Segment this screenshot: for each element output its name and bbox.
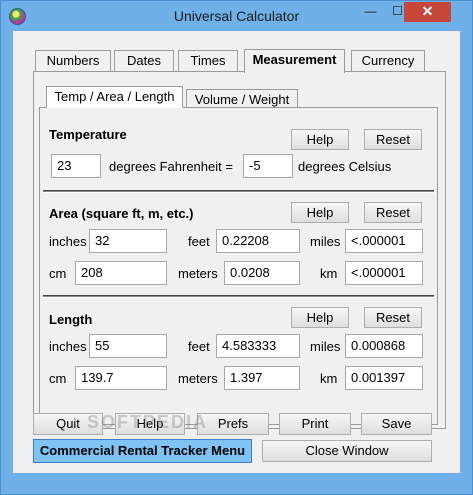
tab-dates[interactable]: Dates (114, 50, 174, 72)
length-cm-input[interactable]: 139.7 (75, 366, 167, 390)
length-heading: Length (49, 312, 93, 327)
client-area: Numbers Dates Times Measurement Currency… (13, 31, 460, 473)
tab-measurement[interactable]: Measurement (244, 49, 345, 73)
area-cm-input[interactable]: 208 (75, 261, 167, 285)
area-inches-label: inches (49, 234, 87, 249)
temperature-help-button[interactable]: Help (291, 129, 349, 150)
length-help-button[interactable]: Help (291, 307, 349, 328)
tab-currency[interactable]: Currency (351, 50, 425, 72)
prefs-button[interactable]: Prefs (197, 413, 269, 435)
celsius-input[interactable]: -5 (243, 154, 293, 178)
length-inches-input[interactable]: 55 (89, 334, 167, 358)
length-cm-label: cm (49, 371, 67, 386)
area-km-input[interactable]: <.000001 (345, 261, 423, 285)
area-meters-input[interactable]: 0.0208 (224, 261, 300, 285)
length-km-input[interactable]: 0.001397 (345, 366, 423, 390)
temperature-heading: Temperature (49, 127, 127, 142)
length-km-label: km (320, 371, 338, 386)
area-meters-label: meters (178, 266, 218, 281)
quit-button[interactable]: Quit (33, 413, 103, 435)
separator-temp-area (43, 190, 434, 193)
area-feet-input[interactable]: 0.22208 (216, 229, 300, 253)
close-window-button[interactable]: Close Window (262, 440, 432, 462)
length-reset-button[interactable]: Reset (364, 307, 422, 328)
fahrenheit-label: degrees Fahrenheit = (109, 159, 233, 174)
subtab-temp-area-length[interactable]: Temp / Area / Length (46, 86, 183, 108)
help-button[interactable]: Help (115, 413, 185, 435)
tab-numbers[interactable]: Numbers (35, 50, 111, 72)
close-button[interactable]: ✕ (404, 2, 451, 22)
celsius-label: degrees Celsius (298, 159, 392, 174)
print-button[interactable]: Print (279, 413, 351, 435)
area-help-button[interactable]: Help (291, 202, 349, 223)
length-miles-label: miles (310, 339, 341, 354)
area-miles-input[interactable]: <.000001 (345, 229, 423, 253)
save-button[interactable]: Save (361, 413, 432, 435)
area-cm-label: cm (49, 266, 67, 281)
length-meters-label: meters (178, 371, 218, 386)
length-feet-label: feet (188, 339, 210, 354)
separator-area-length (43, 295, 434, 298)
length-miles-input[interactable]: 0.000868 (345, 334, 423, 358)
area-km-label: km (320, 266, 338, 281)
app-window: Universal Calculator — ☐ ✕ Numbers Dates… (0, 0, 473, 495)
area-reset-button[interactable]: Reset (364, 202, 422, 223)
area-miles-label: miles (310, 234, 341, 249)
area-heading: Area (square ft, m, etc.) (49, 206, 194, 221)
length-meters-input[interactable]: 1.397 (224, 366, 300, 390)
length-inches-label: inches (49, 339, 87, 354)
area-feet-label: feet (188, 234, 210, 249)
tab-times[interactable]: Times (178, 50, 238, 72)
temperature-reset-button[interactable]: Reset (364, 129, 422, 150)
length-feet-input[interactable]: 4.583333 (216, 334, 300, 358)
area-inches-input[interactable]: 32 (89, 229, 167, 253)
rental-tracker-menu-button[interactable]: Commercial Rental Tracker Menu (33, 439, 252, 463)
minimize-button[interactable]: — (357, 2, 384, 22)
fahrenheit-input[interactable]: 23 (51, 154, 101, 178)
title-bar[interactable]: Universal Calculator — ☐ ✕ (1, 1, 472, 31)
